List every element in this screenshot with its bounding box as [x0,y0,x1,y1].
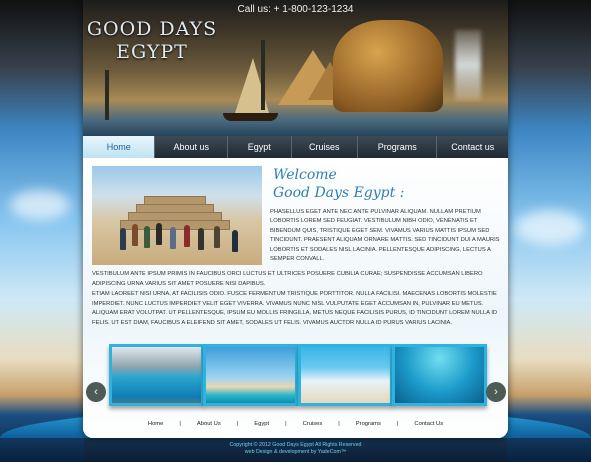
nav-item-egypt[interactable]: Egypt [228,136,292,158]
welcome-heading: Welcome Good Days Egypt : [273,166,404,202]
footer-link-home[interactable]: Home [140,421,171,427]
sphinx-graphic [333,20,443,112]
footer-separator: | [338,421,340,427]
phone-number: Call us: + 1-800-123-1234 [237,4,354,15]
tourist-figure [170,227,176,249]
nav-item-contact-us[interactable]: Contact us [437,136,508,158]
tourist-figure [232,230,238,252]
gallery-thumb-diver[interactable] [392,344,487,406]
logo-line-2: EGYPT [116,41,188,63]
copyright-line: Copyright © 2012 Good Days Egypt All Rig… [229,442,362,448]
gallery-prev-arrow-icon[interactable]: ‹ [86,382,106,402]
welcome-line-1: Welcome [273,167,337,183]
nav-item-home[interactable]: Home [83,136,156,158]
tourist-figure [156,223,162,245]
footer-separator: | [179,421,181,427]
tourist-figure [144,226,150,248]
page-container: Call us: + 1-800-123-1234 GOOD DAYS EGYP… [83,0,508,438]
footer-separator: | [396,421,399,427]
cloud-decoration [10,190,70,220]
photo-gallery: ‹ › [83,344,508,406]
tourist-figure [214,226,220,248]
tourists-at-pyramid-photo [92,166,262,265]
credit-line: web Design & development by YadeCom™ [244,449,347,455]
header-banner: Call us: + 1-800-123-1234 GOOD DAYS EGYP… [83,0,508,136]
background-left-beach [0,0,84,462]
footer-separator: | [236,421,239,427]
tourist-figure [132,224,138,246]
footer-navigation: Home | About Us | Egypt | Cruises | Programs | Con… [83,421,508,427]
footer-link-about-us[interactable]: About Us [189,421,229,427]
paragraph-3: Etiam laoreet nisi urna, at facilisis od… [92,291,498,326]
main-content: Welcome Good Days Egypt : Phasellus eget… [83,158,508,438]
gallery-thumb-pool[interactable] [109,344,204,406]
gallery-next-arrow-icon[interactable]: › [486,382,506,402]
body-text: Vestibulum ante ipsum primis in faucibus… [92,270,502,329]
copyright-notice: Copyright © 2012 Good Days Egypt All Rig… [0,442,591,456]
cloud-decoration [515,210,585,245]
palm-tree-graphic [261,40,265,110]
footer-link-cruises[interactable]: Cruises [295,421,331,427]
site-logo[interactable]: GOOD DAYS EGYPT [85,18,219,64]
footer-link-programs[interactable]: Programs [348,421,389,427]
tourist-figure [120,228,126,250]
nav-item-about-us[interactable]: About us [155,136,228,158]
palm-tree-graphic [105,70,109,120]
gallery-thumb-beach-palms[interactable] [203,344,298,406]
waterfall-graphic [455,30,481,100]
footer-link-contact-us[interactable]: Contact Us [406,421,451,427]
tourist-figure [198,228,204,250]
nav-item-programs[interactable]: Programs [358,136,438,158]
footer-separator: | [285,421,287,427]
nav-item-cruises[interactable]: Cruises [292,136,359,158]
footer-link-egypt[interactable]: Egypt [246,421,277,427]
main-navigation: Home About us Egypt Cruises Programs Con… [83,136,508,158]
intro-paragraph: Phasellus eget ante nec ante pulvinar al… [270,209,500,263]
welcome-line-2: Good Days Egypt : [273,185,405,201]
tourist-figure [184,225,190,247]
gallery-thumb-beach-hat[interactable] [298,344,393,406]
felucca-boat-graphic [223,113,278,121]
logo-line-1: GOOD DAYS [86,18,218,40]
paragraph-2: Vestibulum ante ipsum primis in faucibus… [92,271,483,287]
